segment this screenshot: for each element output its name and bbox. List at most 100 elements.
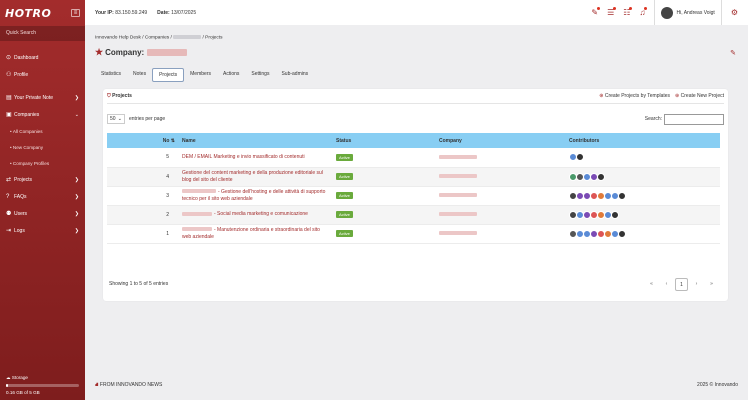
- tab-notes[interactable]: Notes: [127, 68, 152, 82]
- prev-page-icon[interactable]: ‹: [660, 278, 673, 291]
- company-redacted: [439, 212, 477, 217]
- contributor-avatar[interactable]: [576, 153, 584, 162]
- status-badge: Active: [336, 173, 353, 180]
- logo-row: HOTRO ≡: [0, 0, 85, 26]
- plus-circle-icon: ⊕: [675, 93, 680, 99]
- tickets-icon[interactable]: ✎: [591, 7, 601, 17]
- next-page-icon[interactable]: ›: [690, 278, 703, 291]
- showing-info: Showing 1 to 5 of 5 entries: [109, 281, 169, 287]
- chevron-down-icon: ⌄: [74, 111, 79, 118]
- cell-contributors: [566, 186, 720, 206]
- page-1-button[interactable]: 1: [675, 278, 688, 291]
- tab-sub-admins[interactable]: Sub-admins: [275, 68, 314, 82]
- sidebar-item-profile[interactable]: ⚇ Profile: [0, 66, 85, 83]
- cell-company: [436, 186, 566, 206]
- tab-members[interactable]: Members: [184, 68, 217, 82]
- user-menu[interactable]: Hi, Andreas Voigt: [654, 0, 722, 25]
- sidebar-item-users[interactable]: ⚉ Users ❯: [0, 205, 85, 222]
- note-icon: ▤: [6, 95, 12, 101]
- tasks-icon[interactable]: ☰: [607, 7, 617, 17]
- create-by-template-link[interactable]: ⊕ Create Projects by Templates: [599, 93, 670, 99]
- chevron-right-icon: ❯: [74, 193, 79, 200]
- sidebar-item-faqs[interactable]: ? FAQs ❯: [0, 188, 85, 205]
- gear-icon[interactable]: ⚙: [731, 8, 738, 17]
- tab-settings[interactable]: Settings: [245, 68, 275, 82]
- breadcrumb-projects: Projects: [205, 35, 223, 41]
- cell-company: [436, 205, 566, 225]
- sidebar-item-logs[interactable]: ⇥ Logs ❯: [0, 222, 85, 239]
- cell-name[interactable]: - Manutenzione ordinaria e straordinaria…: [179, 224, 333, 244]
- company-redacted: [439, 231, 477, 236]
- sidebar-sub-new-company[interactable]: • New Company: [0, 139, 85, 155]
- projects-table: No ⇅ Name Status Company Contributors 5D…: [107, 133, 720, 244]
- tag-icon: ⛉: [107, 93, 111, 99]
- redacted-prefix: [182, 211, 212, 216]
- cell-name[interactable]: - Gestione dell'hosting e delle attività…: [179, 186, 333, 206]
- bell-icon[interactable]: ♫: [639, 7, 648, 17]
- cell-name[interactable]: DEM / EMAIL Marketing e invio massificat…: [179, 148, 333, 168]
- first-page-icon[interactable]: «: [645, 278, 658, 291]
- plus-circle-icon: ⊕: [599, 93, 604, 99]
- status-badge: Active: [336, 192, 353, 199]
- col-contributors[interactable]: Contributors: [566, 133, 720, 148]
- entries-label: entries per page: [129, 116, 166, 122]
- storage-bar: [6, 384, 79, 387]
- contributor-avatar[interactable]: [618, 229, 626, 238]
- sidebar-sub-company-profiles[interactable]: • Company Profiles: [0, 155, 85, 171]
- cell-no: 4: [107, 167, 179, 187]
- col-name[interactable]: Name: [179, 133, 333, 148]
- edit-icon[interactable]: ✎: [730, 49, 736, 57]
- table-row[interactable]: 5 DEM / EMAIL Marketing e invio massifica…: [107, 148, 720, 168]
- cell-name[interactable]: Gestione del content marketing e della p…: [179, 167, 333, 187]
- contributor-avatar[interactable]: [597, 172, 605, 181]
- checklist-icon[interactable]: ☷: [623, 7, 633, 17]
- news-link[interactable]: ⛘ FROM INNOVANDO NEWS: [95, 382, 162, 389]
- cell-name[interactable]: - Social media marketing e comunicazione: [179, 205, 333, 225]
- news-icon: ⛘: [95, 382, 99, 388]
- contributor-avatar[interactable]: [611, 210, 619, 219]
- table-row[interactable]: 4 Gestione del content marketing e della …: [107, 167, 720, 187]
- menu-toggle-icon[interactable]: ≡: [71, 9, 80, 17]
- table-row[interactable]: 2- Social media marketing e comunicazion…: [107, 205, 720, 225]
- breadcrumb-helpdesk[interactable]: Innovando Help Desk: [95, 35, 141, 40]
- col-status[interactable]: Status: [333, 133, 436, 148]
- col-no[interactable]: No ⇅: [107, 133, 179, 148]
- cell-status: Active: [333, 224, 436, 244]
- status-badge: Active: [336, 211, 353, 218]
- col-company[interactable]: Company: [436, 133, 566, 148]
- users-icon: ⚉: [6, 211, 12, 217]
- table-row[interactable]: 1- Manutenzione ordinaria e straordinari…: [107, 224, 720, 244]
- tabs: Statistics Notes Projects Members Actions Set…: [95, 68, 314, 82]
- tab-actions[interactable]: Actions: [217, 68, 245, 82]
- cell-no: 2: [107, 205, 179, 225]
- main-content: Innovando Help Desk / Companies / / Proj…: [85, 25, 748, 400]
- breadcrumb-company-redacted[interactable]: [173, 35, 202, 39]
- avatar: [661, 6, 674, 19]
- sidebar-item-private-note[interactable]: ▤ Your Private Note ❯: [0, 89, 85, 106]
- table-row[interactable]: 3- Gestione dell'hosting e delle attivit…: [107, 186, 720, 206]
- quick-search-input[interactable]: Quick Search: [0, 26, 85, 41]
- dashboard-icon: ⊙: [6, 55, 12, 61]
- copyright: 2025 © Innovando: [697, 382, 738, 388]
- sidebar-item-projects[interactable]: ⇄ Projects ❯: [0, 171, 85, 188]
- breadcrumb-companies[interactable]: Companies: [145, 35, 169, 40]
- top-header: Your IP: 83.150.59.249 Date: 13/07/2025 …: [85, 0, 748, 25]
- tab-statistics[interactable]: Statistics: [95, 68, 127, 82]
- tab-projects[interactable]: Projects: [152, 68, 185, 82]
- cell-company: [436, 224, 566, 244]
- search-input[interactable]: [664, 113, 724, 125]
- last-page-icon[interactable]: »: [705, 278, 718, 291]
- cell-no: 3: [107, 186, 179, 206]
- create-new-project-link[interactable]: ⊕ Create New Project: [675, 93, 724, 99]
- sidebar-sub-all-companies[interactable]: • All Companies: [0, 123, 85, 139]
- contributor-avatar[interactable]: [618, 191, 626, 200]
- sort-icon: ⇅: [170, 137, 175, 144]
- entries-select[interactable]: 50 ⌄: [107, 114, 125, 124]
- page-title: ★ Company:: [95, 47, 188, 58]
- sidebar-item-dashboard[interactable]: ⊙ Dashboard: [0, 49, 85, 66]
- cell-contributors: [566, 148, 720, 168]
- sidebar-item-companies[interactable]: ▣ Companies ⌄: [0, 106, 85, 123]
- faq-icon: ?: [6, 193, 10, 200]
- profile-icon: ⚇: [6, 72, 12, 78]
- chevron-right-icon: ❯: [74, 227, 79, 234]
